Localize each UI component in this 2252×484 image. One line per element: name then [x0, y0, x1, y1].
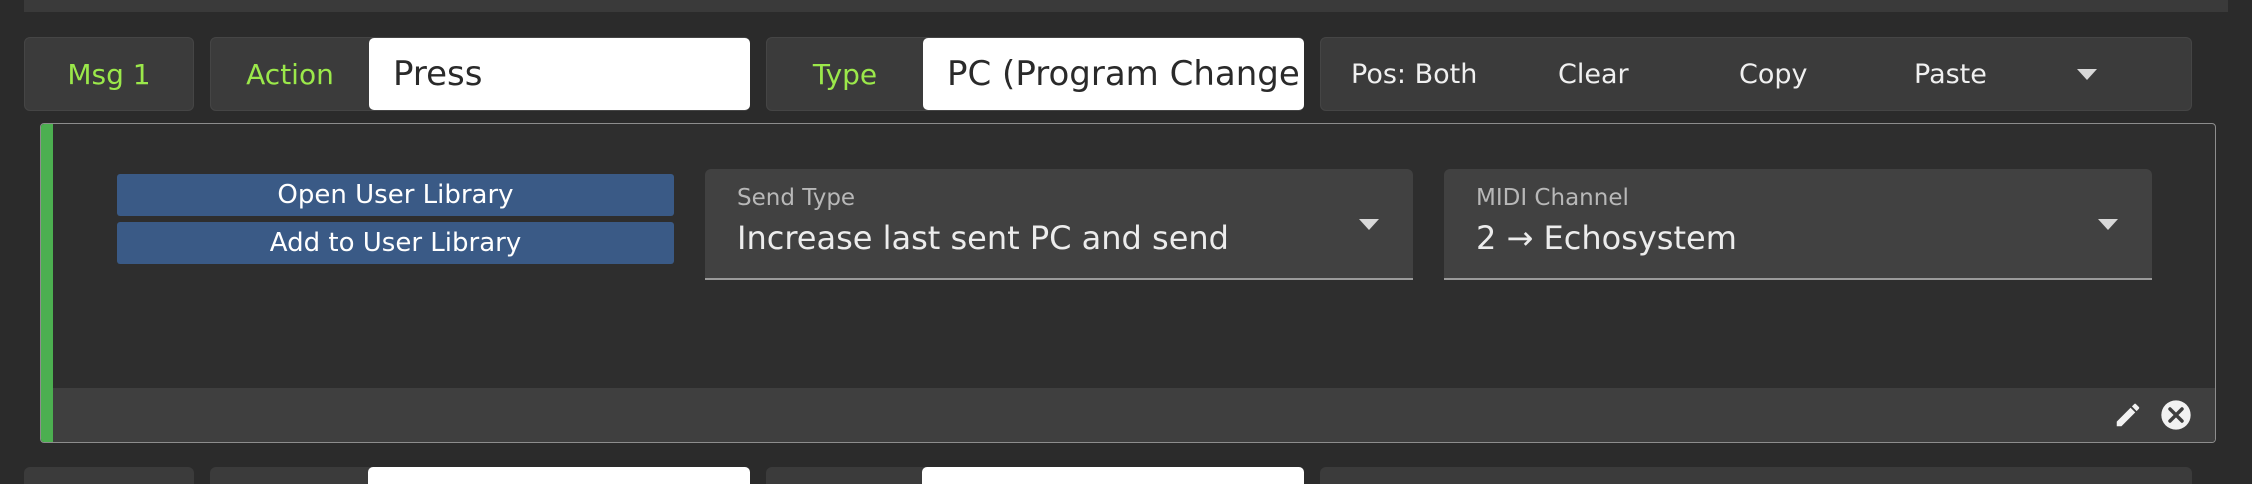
midi-channel-select[interactable]: MIDI Channel 2 → Echosystem	[1444, 169, 2152, 280]
previous-row-bar	[24, 0, 2228, 12]
panel-footer	[53, 388, 2215, 442]
clear-button[interactable]: Clear	[1558, 38, 1629, 110]
panel-accent-bar	[41, 124, 53, 442]
next-action-field-group	[210, 467, 750, 484]
midi-channel-label: MIDI Channel	[1476, 185, 1629, 211]
add-to-user-library-button[interactable]: Add to User Library	[117, 222, 674, 264]
chevron-down-icon	[2098, 219, 2118, 230]
type-value: PC (Program Change	[947, 54, 1300, 94]
type-input[interactable]: PC (Program Change	[923, 38, 1304, 110]
pencil-icon[interactable]	[2113, 400, 2143, 430]
next-type-field-group	[766, 467, 1304, 484]
message-menu-bar: Pos: Both Clear Copy Paste	[1320, 37, 2192, 111]
type-field-group: Type PC (Program Change	[766, 37, 1304, 111]
midi-channel-value: 2 → Echosystem	[1476, 219, 1737, 257]
action-value: Press	[393, 54, 483, 94]
paste-button[interactable]: Paste	[1914, 38, 1987, 110]
close-circle-icon[interactable]	[2160, 399, 2192, 431]
next-message-menu-bar	[1320, 467, 2192, 484]
message-panel: Open User Library Add to User Library Se…	[40, 123, 2216, 443]
send-type-value: Increase last sent PC and send	[737, 219, 1229, 257]
action-input[interactable]: Press	[369, 38, 750, 110]
copy-button[interactable]: Copy	[1739, 38, 1808, 110]
msg-label-box[interactable]: Msg 1	[24, 37, 194, 111]
previous-row-strip	[0, 0, 2252, 14]
msg-label: Msg 1	[67, 57, 151, 91]
send-type-label: Send Type	[737, 185, 856, 211]
next-action-input	[368, 467, 750, 484]
chevron-down-icon	[1359, 219, 1379, 230]
next-type-input	[922, 467, 1304, 484]
action-field-group: Action Press	[210, 37, 750, 111]
next-msg-label-box	[24, 467, 194, 484]
type-label: Type	[812, 57, 878, 91]
send-type-select[interactable]: Send Type Increase last sent PC and send	[705, 169, 1413, 280]
chevron-down-icon[interactable]	[2077, 69, 2097, 80]
open-user-library-button[interactable]: Open User Library	[117, 174, 674, 216]
action-label: Action	[246, 57, 334, 91]
pos-button[interactable]: Pos: Both	[1351, 38, 1477, 110]
